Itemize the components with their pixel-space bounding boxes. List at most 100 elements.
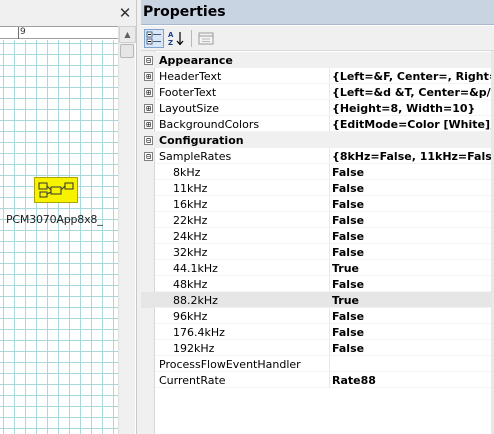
property-value[interactable]: False	[332, 245, 494, 260]
property-row-processfloweventhandler[interactable]: ProcessFlowEventHandler	[141, 356, 494, 372]
property-row-footertext[interactable]: ⊞ FooterText {Left=&d &T, Center=&p/&P	[141, 84, 494, 100]
scroll-up-arrow-icon[interactable]: ▲	[119, 26, 136, 43]
svg-text:Z: Z	[168, 39, 173, 47]
property-value[interactable]: False	[332, 309, 494, 324]
property-row-32khz[interactable]: 32kHz False	[141, 244, 494, 260]
expand-icon[interactable]: ⊞	[144, 120, 153, 129]
property-value[interactable]: True	[332, 261, 494, 276]
collapse-icon[interactable]: ⊟	[144, 136, 153, 145]
sort-az-icon: A Z	[168, 31, 184, 47]
property-row-currentrate[interactable]: CurrentRate Rate88	[141, 372, 494, 388]
property-row-layoutsize[interactable]: ⊞ LayoutSize {Height=8, Width=10}	[141, 100, 494, 116]
property-value[interactable]: {Height=8, Width=10}	[332, 101, 494, 116]
property-name: 8kHz	[173, 166, 201, 179]
canvas-header: ✕	[0, 0, 136, 26]
property-row-88-2khz[interactable]: 88.2kHz True	[141, 292, 494, 308]
properties-panel: Properties A Z ⊟ Appearance ⊞ HeaderText…	[141, 0, 494, 434]
canvas-grid[interactable]	[0, 40, 118, 434]
property-name: 11kHz	[173, 182, 208, 195]
property-value[interactable]: False	[332, 229, 494, 244]
categorized-view-button[interactable]	[144, 29, 164, 48]
property-name: 22kHz	[173, 214, 208, 227]
property-value[interactable]: False	[332, 181, 494, 196]
component-label: PCM3070App8x8_	[6, 213, 103, 226]
property-row-176-4khz[interactable]: 176.4kHz False	[141, 324, 494, 340]
property-row-headertext[interactable]: ⊞ HeaderText {Left=&F, Center=, Right=}	[141, 68, 494, 84]
property-value[interactable]: {Left=&F, Center=, Right=}	[332, 69, 494, 84]
collapse-icon[interactable]: ⊟	[144, 152, 153, 161]
property-row-24khz[interactable]: 24kHz False	[141, 228, 494, 244]
property-name: HeaderText	[159, 70, 222, 83]
column-divider	[329, 228, 330, 244]
close-icon[interactable]: ✕	[116, 4, 134, 22]
column-divider	[329, 260, 330, 276]
expand-icon[interactable]: ⊞	[144, 72, 153, 81]
property-name: 32kHz	[173, 246, 208, 259]
property-value[interactable]: False	[332, 341, 494, 356]
property-name: 44.1kHz	[173, 262, 218, 275]
category-label: Configuration	[159, 134, 244, 147]
scrollbar-thumb[interactable]	[120, 44, 134, 58]
property-row-44-1khz[interactable]: 44.1kHz True	[141, 260, 494, 276]
svg-text:A: A	[168, 31, 174, 39]
categorized-icon	[146, 31, 161, 45]
property-pages-button[interactable]	[196, 29, 216, 48]
property-value[interactable]: False	[332, 165, 494, 180]
column-divider	[329, 68, 330, 84]
property-value[interactable]: {EditMode=Color [White], Ru	[332, 117, 494, 132]
alphabetical-view-button[interactable]: A Z	[166, 29, 186, 48]
property-name: SampleRates	[159, 150, 232, 163]
property-name: BackgroundColors	[159, 118, 260, 131]
property-name: LayoutSize	[159, 102, 219, 115]
expand-icon[interactable]: ⊞	[144, 88, 153, 97]
property-value[interactable]: False	[332, 197, 494, 212]
category-configuration[interactable]: ⊟ Configuration	[141, 132, 494, 148]
design-canvas[interactable]: ✕ 9 ▲ PCM3070App8x8_	[0, 0, 136, 434]
property-value[interactable]: False	[332, 325, 494, 340]
property-row-22khz[interactable]: 22kHz False	[141, 212, 494, 228]
column-divider	[329, 148, 330, 164]
properties-title-bar: Properties	[141, 0, 494, 25]
column-divider	[329, 276, 330, 292]
column-divider	[329, 212, 330, 228]
column-divider	[329, 116, 330, 132]
property-value[interactable]: Rate88	[332, 373, 494, 388]
column-divider	[329, 292, 330, 308]
app-window: ✕ 9 ▲ PCM3070App8x8_ Properties A Z ⊟ Ap…	[0, 0, 494, 434]
property-value[interactable]: False	[332, 277, 494, 292]
category-label: Appearance	[159, 54, 233, 67]
property-row-samplerates[interactable]: ⊟ SampleRates {8kHz=False, 11kHz=False,	[141, 148, 494, 164]
property-value[interactable]: {8kHz=False, 11kHz=False,	[332, 149, 494, 164]
property-value[interactable]: {Left=&d &T, Center=&p/&P	[332, 85, 494, 100]
property-value[interactable]: True	[332, 293, 494, 308]
property-row-backgroundcolors[interactable]: ⊞ BackgroundColors {EditMode=Color [White]…	[141, 116, 494, 132]
expand-icon[interactable]: ⊞	[144, 104, 153, 113]
properties-title: Properties	[143, 4, 226, 20]
property-name: 88.2kHz	[173, 294, 218, 307]
collapse-icon[interactable]: ⊟	[144, 56, 153, 65]
property-name: 192kHz	[173, 342, 215, 355]
property-pages-icon	[198, 32, 214, 45]
column-divider	[329, 164, 330, 180]
property-name: 16kHz	[173, 198, 208, 211]
column-divider	[329, 180, 330, 196]
property-value[interactable]: False	[332, 213, 494, 228]
column-divider	[329, 244, 330, 260]
property-row-11khz[interactable]: 11kHz False	[141, 180, 494, 196]
property-row-16khz[interactable]: 16kHz False	[141, 196, 494, 212]
property-row-48khz[interactable]: 48kHz False	[141, 276, 494, 292]
property-name: FooterText	[159, 86, 217, 99]
audio-component-block[interactable]	[34, 177, 78, 203]
properties-toolbar: A Z	[141, 26, 494, 51]
column-divider	[329, 100, 330, 116]
property-name: 176.4kHz	[173, 326, 225, 339]
category-appearance[interactable]: ⊟ Appearance	[141, 52, 494, 68]
row-separator	[155, 387, 494, 388]
property-grid: ⊟ Appearance ⊞ HeaderText {Left=&F, Center=,…	[141, 51, 494, 434]
property-name: 48kHz	[173, 278, 208, 291]
property-row-96khz[interactable]: 96kHz False	[141, 308, 494, 324]
property-row-8khz[interactable]: 8kHz False	[141, 164, 494, 180]
canvas-vertical-scrollbar[interactable]: ▲	[118, 26, 136, 434]
property-row-192khz[interactable]: 192kHz False	[141, 340, 494, 356]
property-name: ProcessFlowEventHandler	[159, 358, 301, 371]
